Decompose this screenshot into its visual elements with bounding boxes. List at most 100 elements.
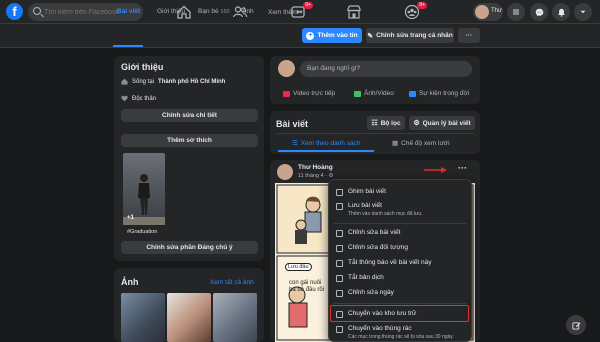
menu-item-mute-notifications[interactable]: Tắt thông báo về bài viết này xyxy=(336,259,431,267)
menu-divider xyxy=(334,303,466,304)
groups-icon[interactable]: 9+ xyxy=(404,2,427,20)
calendar-icon xyxy=(336,289,343,297)
avatar[interactable] xyxy=(277,164,293,180)
menu-item-save[interactable]: Lưu bài viết Thêm vào danh sách mục đã lư… xyxy=(336,202,423,217)
friends-count: 160 xyxy=(220,9,230,15)
add-hobbies-button[interactable]: Thêm sở thích xyxy=(121,134,258,147)
see-all-photos-link[interactable]: Xem tất cả ảnh xyxy=(210,279,254,286)
menu-item-label: Chỉnh sửa bài viết xyxy=(348,229,401,236)
compose-icon xyxy=(571,321,580,330)
tab-friends-label: Bạn bè xyxy=(198,8,219,15)
edit-featured-button[interactable]: Chỉnh sửa phần Đáng chú ý xyxy=(121,241,258,254)
more-options-button[interactable]: ··· xyxy=(458,28,480,43)
add-story-label: Thêm vào tin xyxy=(317,32,358,39)
flag-icon xyxy=(409,90,416,97)
grid-menu-icon xyxy=(513,9,519,15)
plus-icon: + xyxy=(306,31,315,40)
tab-about[interactable]: Giới thiệu xyxy=(157,8,185,15)
tab-more[interactable]: Xem thêm ▾ xyxy=(268,8,303,16)
grid-view-tab[interactable]: ▦ Chế độ xem lưới xyxy=(392,139,450,148)
post-date[interactable]: 11 tháng 4 · ⚙ xyxy=(298,173,333,179)
featured-count: +1 xyxy=(127,215,134,221)
grid-icon: ▦ xyxy=(392,140,399,147)
life-event-button[interactable]: Sự kiện trong đời xyxy=(409,90,469,97)
relationship: Độc thân xyxy=(121,95,156,102)
live-video-label: Video trực tiếp xyxy=(293,90,336,97)
filter-button[interactable]: ☷ Bộ lọc xyxy=(367,116,405,130)
tab-more-label: Xem thêm xyxy=(268,9,298,16)
list-view-label: Xem theo danh sách xyxy=(300,139,361,147)
menu-item-edit-post[interactable]: Chỉnh sửa bài viết xyxy=(336,229,400,237)
comic-caption-line-2: ba bà đầu rồi xyxy=(289,287,325,293)
pencil-icon xyxy=(336,229,343,237)
menu-item-subtitle: Thêm vào danh sách mục đã lưu. xyxy=(348,211,423,217)
profile-shortcut[interactable]: Thư xyxy=(473,3,503,21)
account-button[interactable] xyxy=(574,3,592,21)
gear-icon: ⚙ xyxy=(413,120,420,127)
menu-item-edit-date[interactable]: Chỉnh sửa ngày xyxy=(336,289,394,297)
bell-icon xyxy=(557,8,565,17)
relationship-label: Độc thân xyxy=(132,95,157,102)
divider xyxy=(276,133,474,134)
arrow-annotation-icon xyxy=(424,167,447,173)
new-message-button[interactable] xyxy=(566,315,586,335)
manage-posts-button[interactable]: ⚙ Quản lý bài viết xyxy=(409,116,475,130)
menu-item-edit-audience[interactable]: Chỉnh sửa đối tượng xyxy=(336,244,408,252)
featured-label: #Graduation xyxy=(127,229,158,235)
house-icon xyxy=(121,78,128,85)
list-view-tab[interactable]: ☰ Xem theo danh sách xyxy=(292,139,361,148)
add-story-button[interactable]: + Thêm vào tin xyxy=(302,28,362,43)
menu-item-label: Chỉnh sửa đối tượng xyxy=(348,244,408,251)
photo-thumb[interactable] xyxy=(213,293,257,342)
menu-item-label: Ghim bài viết xyxy=(348,188,386,195)
photo-thumb[interactable] xyxy=(121,293,165,342)
menu-item-move-to-trash[interactable]: Chuyển vào thùng rác Các mục trong thùng … xyxy=(336,325,454,340)
edit-profile-button[interactable]: ✎ Chỉnh sửa trang cá nhân xyxy=(366,28,454,43)
marketplace-icon[interactable] xyxy=(346,4,362,20)
photo-icon xyxy=(354,90,361,97)
facebook-logo[interactable]: f xyxy=(6,3,23,20)
lives-city: Thành phố Hồ Chí Minh xyxy=(158,78,226,85)
posts-title: Bài viết xyxy=(276,119,309,129)
photo-video-label: Ảnh/Video xyxy=(364,90,394,97)
avatar xyxy=(475,5,489,19)
notifications-button[interactable] xyxy=(552,3,570,21)
menu-item-label: Chỉnh sửa ngày xyxy=(348,289,394,296)
messenger-icon xyxy=(535,8,543,16)
photo-video-button[interactable]: Ảnh/Video xyxy=(354,90,394,97)
live-video-icon xyxy=(283,90,290,97)
post-date-label: 11 tháng 4 xyxy=(298,173,324,179)
groups-badge: 9+ xyxy=(417,2,427,9)
edit-details-button[interactable]: Chỉnh sửa chi tiết xyxy=(121,109,258,122)
watch-badge: 9+ xyxy=(303,2,313,9)
pin-icon xyxy=(336,188,343,196)
intro-title: Giới thiệu xyxy=(121,62,164,72)
post-author[interactable]: Thư Hoàng xyxy=(298,164,333,171)
bell-off-icon xyxy=(336,259,343,267)
tab-photos[interactable]: Ảnh xyxy=(242,8,254,15)
menu-item-turn-off-translation[interactable]: Tắt bản dịch xyxy=(336,274,384,282)
photo-thumb[interactable] xyxy=(167,293,211,342)
chevron-down-icon xyxy=(580,10,586,14)
trash-icon xyxy=(336,325,343,333)
menu-item-label: Lưu bài viết xyxy=(348,202,382,209)
messenger-button[interactable] xyxy=(530,3,548,21)
tab-friends[interactable]: Bạn bè 160 xyxy=(198,8,230,15)
tab-posts[interactable]: Bài viết xyxy=(117,8,140,15)
menu-button[interactable] xyxy=(507,3,525,21)
post-options-button[interactable]: ··· xyxy=(458,163,467,173)
edit-profile-label: Chỉnh sửa trang cá nhân xyxy=(376,32,453,39)
live-video-button[interactable]: Video trực tiếp xyxy=(283,90,335,97)
list-icon: ☰ xyxy=(292,140,298,147)
avatar[interactable] xyxy=(278,60,295,77)
grid-view-label: Chế độ xem lưới xyxy=(401,139,450,147)
whats-on-your-mind-input[interactable]: Bạn đang nghĩ gì? xyxy=(300,61,472,77)
active-tab-indicator xyxy=(113,45,143,47)
comic-caption-line-1: con gái nuôi xyxy=(289,280,322,286)
search-icon xyxy=(33,7,41,15)
heart-icon xyxy=(121,95,128,102)
menu-item-pin[interactable]: Ghim bài viết xyxy=(336,188,386,196)
user-name: Thư xyxy=(491,8,503,14)
featured-photo[interactable]: +1 xyxy=(123,153,165,225)
pencil-icon: ✎ xyxy=(367,32,374,40)
